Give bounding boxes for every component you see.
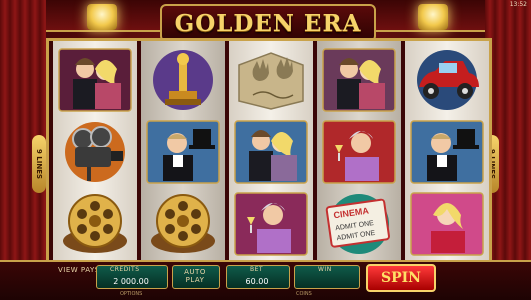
admit-one-ticket-icon: CINEMA ADMIT ONE ADMIT ONE — [321, 191, 397, 257]
reel-1 — [53, 41, 137, 263]
view-pays-button[interactable]: VIEW PAYS — [58, 266, 100, 274]
reel-5 — [405, 41, 489, 263]
film-camera-icon — [57, 119, 133, 185]
game-title: GOLDEN ERA — [174, 9, 362, 37]
credits-label: CREDITS — [110, 266, 140, 273]
paylines-left: 9 LINES — [32, 135, 46, 193]
gentleman-tophat-icon — [409, 119, 485, 185]
film-reel-icon — [57, 191, 133, 257]
couple-icon — [57, 47, 133, 113]
couple-icon — [321, 47, 397, 113]
reel-4: CINEMA ADMIT ONE ADMIT ONE — [317, 41, 401, 263]
film-reel-icon — [145, 191, 221, 257]
clock: 13:52 — [509, 1, 527, 8]
left-curtain — [0, 0, 46, 262]
bet-label: BET — [250, 266, 264, 273]
blonde-lady-icon — [409, 191, 485, 257]
coins-button[interactable]: COINS — [296, 291, 312, 300]
bet-value: 60.00 — [245, 277, 269, 286]
lady-glass-icon — [233, 191, 309, 257]
reel-frame: CINEMA ADMIT ONE ADMIT ONE — [46, 38, 492, 266]
left-lamp-icon — [87, 4, 117, 30]
options-button[interactable]: OPTIONS — [120, 291, 142, 300]
game-logo: GOLDEN ERA — [160, 4, 376, 42]
lady-glass-icon — [321, 119, 397, 185]
autoplay-label: AUTO PLAY — [184, 268, 206, 284]
credits-value: 2 000.00 — [113, 277, 149, 286]
reel-3 — [229, 41, 313, 263]
handprint-plaque-icon — [233, 47, 309, 113]
reel-2 — [141, 41, 225, 263]
vintage-car-icon — [409, 47, 485, 113]
spin-button[interactable]: SPIN — [366, 264, 436, 292]
couple-icon — [233, 119, 309, 185]
gentleman-tophat-icon — [145, 119, 221, 185]
win-label: WIN — [318, 266, 332, 273]
right-lamp-icon — [418, 4, 448, 30]
game-stage: 13:52 GOLDEN ERA 9 LINES 9 LINES CINEMA … — [0, 0, 531, 300]
award-trophy-icon — [145, 47, 221, 113]
